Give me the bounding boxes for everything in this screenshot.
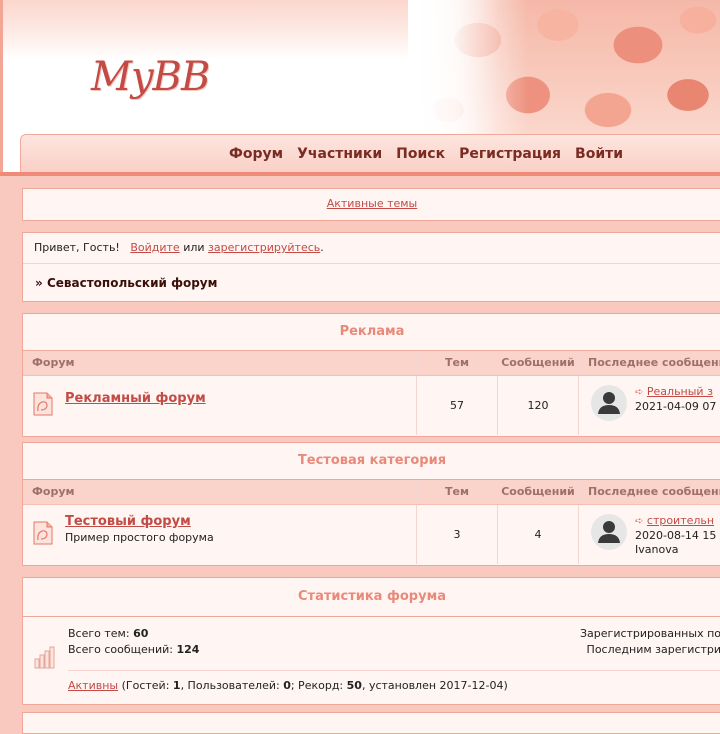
stats-divider [68,670,720,671]
online-record-value: 50 [346,679,362,692]
active-topics-link[interactable]: Активные темы [327,197,418,210]
nav-members[interactable]: Участники [297,146,382,162]
forum-stats: Статистика форума Всего тем: 60 Всего со… [22,577,720,705]
header-forum: Форум [32,356,75,369]
online-users-value: 0 [283,679,291,692]
breadcrumb-prefix: » [35,276,43,290]
stats-posts-value: 124 [176,643,200,656]
forum-icon [33,521,53,545]
online-users-link[interactable]: Активны [68,679,118,692]
last-post-link[interactable]: строительн [647,514,714,527]
avatar[interactable] [591,514,627,550]
stats-last-registered: Последним зарегистри [586,643,720,656]
login-link[interactable]: Войдите [130,241,179,254]
table-header: Форум Тем Сообщений Последнее сообщение [23,351,720,376]
forum-topics-count: 3 [416,505,497,564]
welcome-dot: . [320,241,324,254]
last-post-arrow-icon: ➪ [635,387,644,398]
last-post-arrow-icon: ➪ [635,516,644,527]
forum-icon [33,392,53,416]
header-divider [0,172,720,176]
online-users-label: , Пользователей: [180,679,280,692]
category-reklama: Реклама Форум Тем Сообщений Последнее со… [22,313,720,437]
forum-name-link[interactable]: Тестовый форум [65,514,191,529]
breadcrumb-title[interactable]: Севастопольский форум [47,276,217,290]
stats-title: Статистика форума [23,578,720,617]
forum-description: Пример простого форума [65,531,214,544]
table-header: Форум Тем Сообщений Последнее сообщени [23,480,720,505]
stats-registered: Зарегистрированных по [580,627,720,640]
forum-name-link[interactable]: Рекламный форум [65,391,206,406]
header-posts: Сообщений [497,351,578,375]
stats-online: Активны (Гостей: 1, Пользователей: 0; Ре… [68,679,508,692]
welcome-box: Привет, Гость! Войдите или зарегистрируй… [22,232,720,302]
top-navigation: Форум Участники Поиск Регистрация Войти [20,134,720,173]
forum-posts-count: 120 [497,376,578,435]
forum-topics-count: 57 [416,376,497,435]
register-link[interactable]: зарегистрируйтесь [208,241,320,254]
header-topics: Тем [416,351,497,375]
forum-row: Тестовый форум Пример простого форума 3 … [23,505,720,564]
category-title[interactable]: Тестовая категория [23,443,720,480]
welcome-text: Привет, Гость! Войдите или зарегистрируй… [23,233,720,263]
last-post-user[interactable]: Ivanova [635,543,716,557]
breadcrumb: » Севастопольский форум [23,263,720,302]
nav-register[interactable]: Регистрация [459,146,561,162]
site-logo[interactable]: MyBB [91,54,210,100]
header-last-post: Последнее сообщени [578,480,720,504]
category-title[interactable]: Реклама [23,314,720,351]
nav-search[interactable]: Поиск [396,146,445,162]
online-guests-label: (Гостей: [121,679,170,692]
user-silhouette-icon [598,392,620,414]
last-post-link[interactable]: Реальный з [647,385,713,398]
stats-total-topics: Всего тем: 60 [68,627,148,640]
header-topics: Тем [416,480,497,504]
nav-forum[interactable]: Форум [229,146,283,162]
stats-posts-label: Всего сообщений: [68,643,173,656]
last-post-date: 2021-04-09 07 [635,400,717,413]
online-guests-value: 1 [172,679,181,692]
stats-chart-icon [34,646,55,669]
stats-topics-label: Всего тем: [68,627,130,640]
header-posts: Сообщений [497,480,578,504]
online-record-date: , установлен 2017-12-04) [361,679,508,692]
forum-row: Рекламный форум 57 120 ➪ Реальный з 2021… [23,376,720,435]
nav-login[interactable]: Войти [575,146,623,162]
online-record-label: ; Рекорд: [290,679,344,692]
last-post-date: 2020-08-14 15 [635,529,717,542]
greeting-text: Привет, Гость! [34,241,120,254]
header-last-post: Последнее сообщение [578,351,720,375]
header-flowers-image [408,0,720,140]
forum-posts-count: 4 [497,505,578,564]
category-test: Тестовая категория Форум Тем Сообщений П… [22,442,720,566]
active-topics-bar: Активные темы [22,188,720,221]
user-silhouette-icon [598,521,620,543]
or-text: или [183,241,205,254]
stats-topics-value: 60 [133,627,149,640]
next-section-box [22,712,720,734]
stats-total-posts: Всего сообщений: 124 [68,643,199,656]
header-forum: Форум [32,485,75,498]
avatar[interactable] [591,385,627,421]
